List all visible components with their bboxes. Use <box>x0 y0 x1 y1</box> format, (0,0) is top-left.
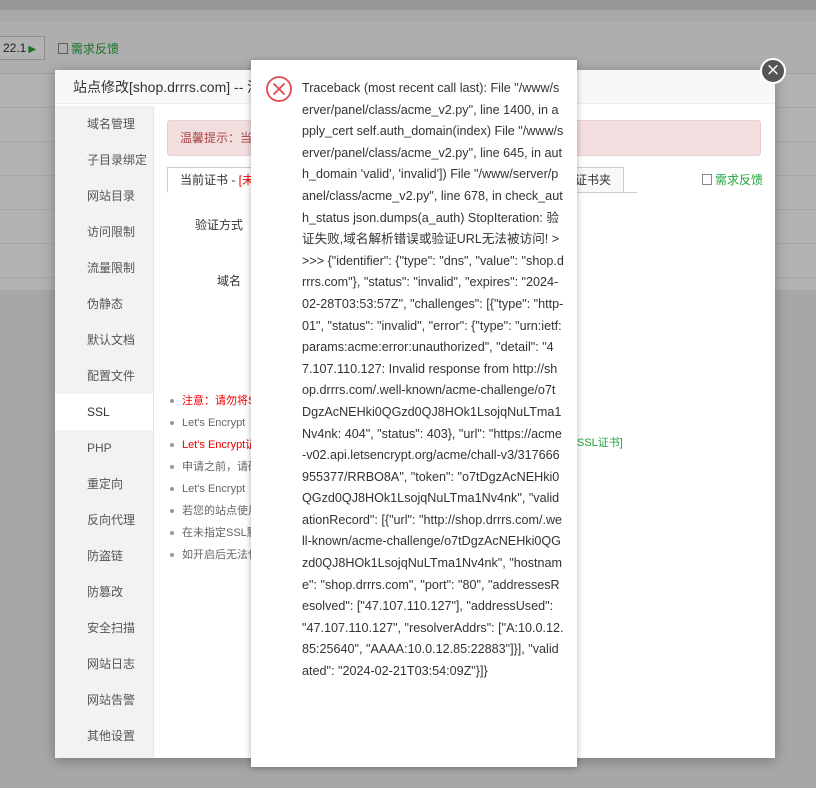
nav-item-config-file[interactable]: 配置文件 <box>55 358 153 394</box>
ssl-cert-link[interactable]: SSL证书] <box>577 434 623 450</box>
tab-current-cert-label: 当前证书 - <box>180 173 239 187</box>
nav-item-site-log[interactable]: 网站日志 <box>55 646 153 682</box>
nav-item-security-scan[interactable]: 安全扫描 <box>55 610 153 646</box>
nav-item-php[interactable]: PHP <box>55 430 153 466</box>
nav-item-tamper-proof[interactable]: 防篡改 <box>55 574 153 610</box>
verify-method-label: 验证方式 <box>195 218 244 232</box>
edit-icon <box>702 174 712 185</box>
nav-item-redirect[interactable]: 重定向 <box>55 466 153 502</box>
side-nav: 域名管理 子目录绑定 网站目录 访问限制 流量限制 伪静态 默认文档 配置文件 … <box>55 106 154 758</box>
nav-item-domain[interactable]: 域名管理 <box>55 106 153 142</box>
error-circle-icon <box>266 76 292 102</box>
nav-item-rewrite[interactable]: 伪静态 <box>55 286 153 322</box>
nav-item-access-limit[interactable]: 访问限制 <box>55 214 153 250</box>
nav-item-reverse-proxy[interactable]: 反向代理 <box>55 502 153 538</box>
close-icon[interactable]: × <box>760 58 786 84</box>
nav-item-hotlink[interactable]: 防盗链 <box>55 538 153 574</box>
error-dialog: Traceback (most recent call last): File … <box>251 60 577 767</box>
nav-item-traffic-limit[interactable]: 流量限制 <box>55 250 153 286</box>
error-message: Traceback (most recent call last): File … <box>302 81 564 679</box>
feedback-label: 需求反馈 <box>715 173 764 187</box>
nav-item-site-dir[interactable]: 网站目录 <box>55 178 153 214</box>
nav-item-default-doc[interactable]: 默认文档 <box>55 322 153 358</box>
nav-item-subdir[interactable]: 子目录绑定 <box>55 142 153 178</box>
nav-item-site-alert[interactable]: 网站告警 <box>55 682 153 718</box>
nav-item-other-settings[interactable]: 其他设置 <box>55 718 153 754</box>
nav-item-ssl[interactable]: SSL <box>55 394 153 430</box>
domain-label: 域名 <box>217 274 242 288</box>
feedback-link[interactable]: 需求反馈 <box>702 171 763 188</box>
